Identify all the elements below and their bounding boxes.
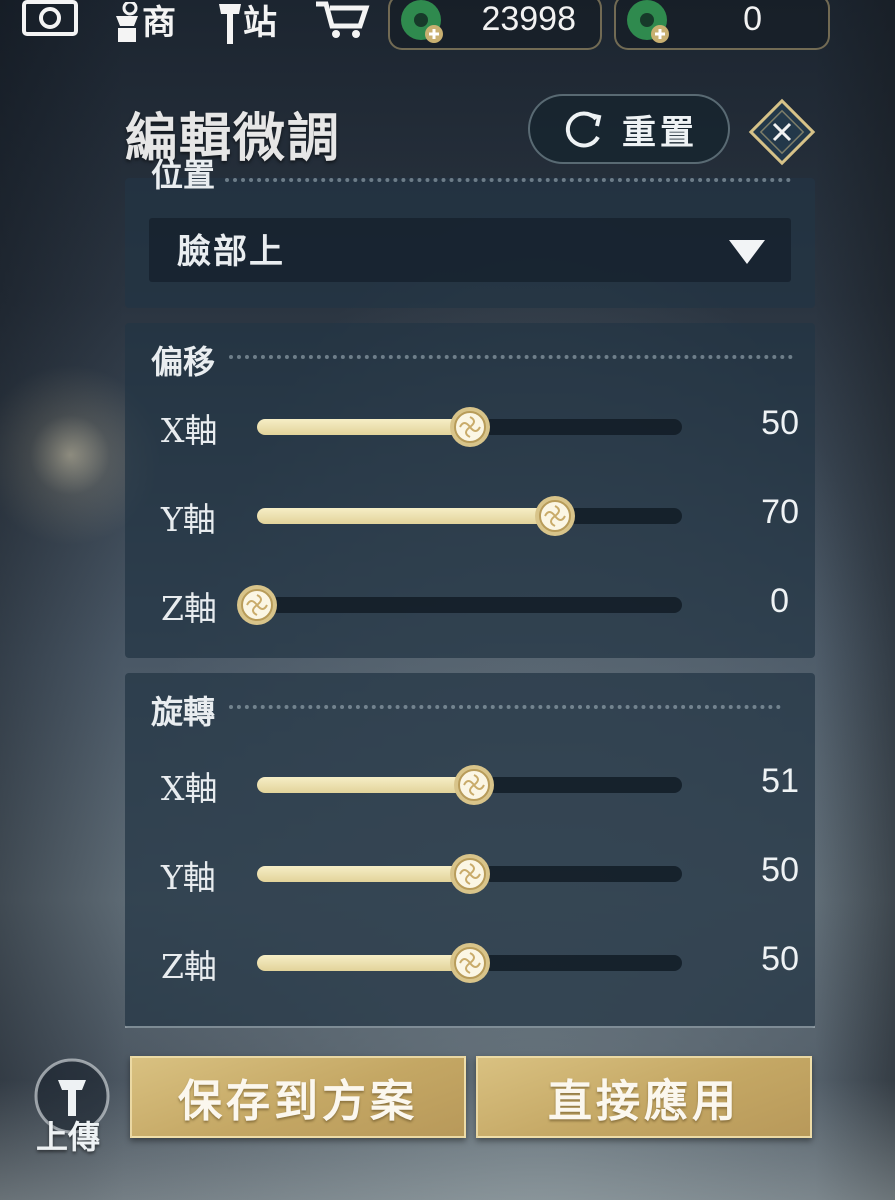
- slider-value: 70: [761, 493, 799, 531]
- axis-label: X軸: [161, 769, 218, 808]
- background-shade-right: [815, 0, 895, 1200]
- section-divider: [229, 705, 781, 709]
- slider-fill: [257, 866, 470, 882]
- slider-value: 0: [770, 582, 789, 620]
- upload-button[interactable]: 上傳: [30, 1058, 116, 1156]
- offset-section-label: 偏移: [151, 343, 216, 381]
- axis-label: Z軸: [161, 589, 217, 628]
- slider-value: 50: [761, 404, 799, 442]
- slider-fill: [257, 508, 555, 524]
- currency-jade-counter-2[interactable]: 0: [614, 0, 830, 50]
- slider-track[interactable]: [237, 585, 682, 625]
- save-to-plan-label: 保存到方案: [178, 1076, 418, 1127]
- offset-z-slider: Z軸 0: [125, 574, 815, 634]
- dropdown-value: 臉部上: [177, 232, 285, 272]
- slider-track[interactable]: [257, 765, 682, 805]
- reset-label: 重置: [622, 112, 698, 153]
- position-section-label: 位置: [151, 156, 216, 194]
- currency-2-value: 0: [743, 0, 762, 38]
- rotate-y-slider: Y軸 50: [125, 843, 815, 903]
- jade-coin-add-icon: [401, 0, 443, 43]
- save-to-plan-button[interactable]: 保存到方案: [130, 1056, 466, 1138]
- currency-jade-counter[interactable]: 23998: [388, 0, 602, 50]
- slider-knob[interactable]: [448, 405, 492, 449]
- top-bar: 商 站 23998 0: [0, 0, 895, 50]
- close-icon: [748, 98, 816, 166]
- rotate-z-slider: Z軸 50: [125, 932, 815, 992]
- apply-directly-label: 直接應用: [548, 1076, 740, 1127]
- slider-value: 50: [761, 851, 799, 889]
- shop-label: 商: [142, 3, 176, 43]
- camera-icon[interactable]: [22, 0, 78, 36]
- background-shade-left: [0, 0, 125, 1200]
- slider-knob[interactable]: [448, 941, 492, 985]
- offset-panel: 偏移 X軸 50 Y軸 70 Z軸 0: [125, 323, 815, 658]
- section-divider: [225, 178, 791, 182]
- slider-knob[interactable]: [448, 852, 492, 896]
- axis-label: X軸: [161, 411, 218, 450]
- slider-track[interactable]: [257, 407, 682, 447]
- cart-icon[interactable]: [312, 0, 370, 48]
- slider-knob[interactable]: [533, 494, 577, 538]
- axis-label: Y軸: [161, 858, 216, 897]
- rotate-section-label: 旋轉: [151, 693, 216, 731]
- offset-y-slider: Y軸 70: [125, 485, 815, 545]
- slider-knob[interactable]: [452, 763, 496, 807]
- apply-directly-button[interactable]: 直接應用: [476, 1056, 812, 1138]
- panel-bottom-divider: [125, 1026, 815, 1028]
- rotate-x-slider: X軸 51: [125, 754, 815, 814]
- slider-knob[interactable]: [235, 583, 279, 627]
- slider-track[interactable]: [257, 496, 682, 536]
- station-label: 站: [243, 3, 277, 43]
- axis-label: Z軸: [161, 947, 217, 986]
- jade-coin-add-icon-2: [627, 0, 669, 43]
- slider-fill: [257, 419, 470, 435]
- slider-fill: [257, 777, 474, 793]
- offset-x-slider: X軸 50: [125, 396, 815, 456]
- rotate-panel: 旋轉 X軸 51 Y軸 50 Z軸 50: [125, 673, 815, 1028]
- section-divider: [229, 355, 793, 359]
- reset-button[interactable]: 重置: [528, 94, 730, 164]
- shop-button[interactable]: 商: [112, 0, 192, 48]
- chevron-down-icon: [729, 240, 765, 264]
- station-button[interactable]: 站: [215, 0, 285, 48]
- slider-value: 50: [761, 940, 799, 978]
- close-button[interactable]: [746, 96, 818, 168]
- currency-1-value: 23998: [481, 0, 576, 38]
- axis-label: Y軸: [161, 500, 216, 539]
- position-panel: 位置 臉部上: [125, 156, 815, 308]
- slider-track[interactable]: [257, 854, 682, 894]
- slider-track[interactable]: [257, 943, 682, 983]
- position-dropdown[interactable]: 臉部上: [149, 218, 791, 282]
- slider-value: 51: [761, 762, 799, 800]
- slider-fill: [257, 955, 470, 971]
- reset-icon: [565, 111, 602, 148]
- upload-label: 上傳: [36, 1118, 101, 1156]
